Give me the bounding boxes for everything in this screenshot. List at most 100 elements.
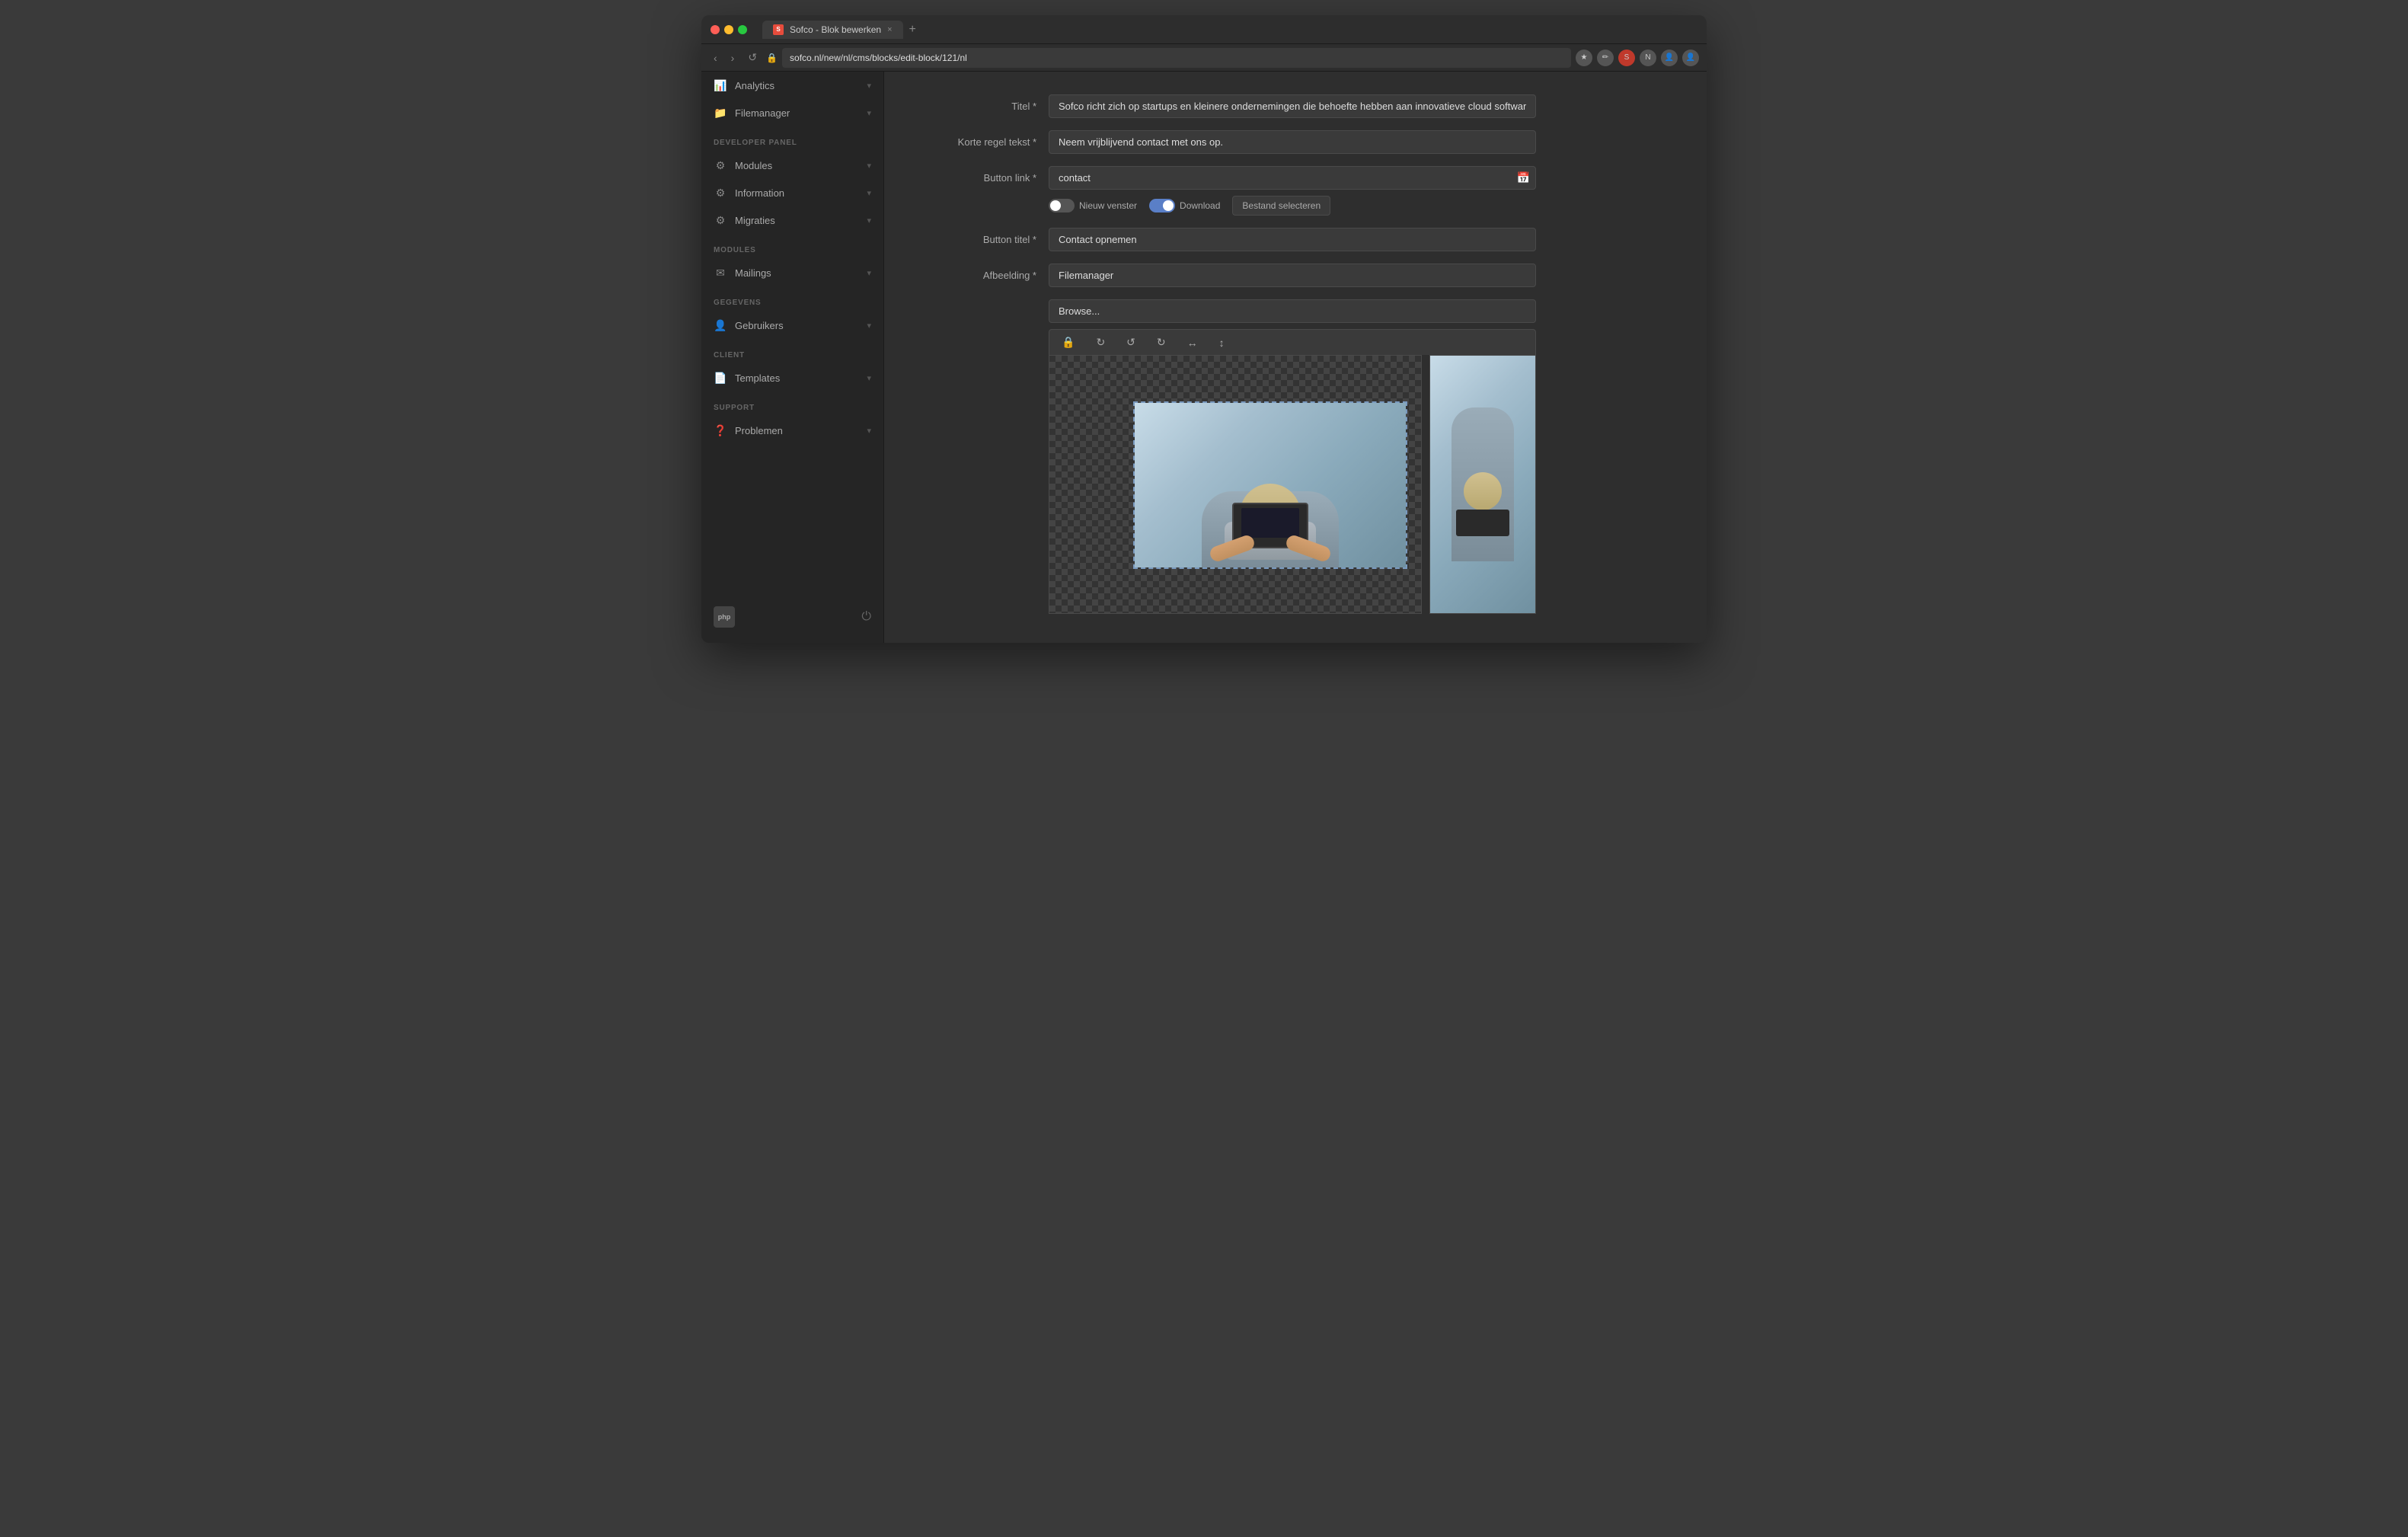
afbeelding-input[interactable]	[1049, 264, 1536, 287]
flip-tool-button[interactable]: ↔	[1183, 335, 1202, 350]
modules-icon: ⚙	[714, 158, 727, 172]
information-icon: ⚙	[714, 186, 727, 200]
toggle-row: Nieuw venster Download Bestand selectere…	[1049, 196, 1536, 216]
refresh-tool-button[interactable]: ↻	[1091, 334, 1110, 350]
chevron-down-icon: ▾	[867, 321, 871, 331]
image-main-canvas[interactable]	[1049, 355, 1422, 614]
sidebar-templates-label: Templates	[735, 372, 859, 384]
sidebar: 📊 Analytics ▾ 📁 Filemanager ▾ DEVELOPER …	[701, 72, 884, 643]
user-icon-2[interactable]: 👤	[1661, 50, 1678, 66]
chevron-down-icon: ▾	[867, 268, 871, 278]
thumb-head	[1464, 472, 1502, 510]
chevron-down-icon: ▾	[867, 81, 871, 91]
calendar-icon-button[interactable]: 📅	[1517, 171, 1530, 184]
chevron-down-icon: ▾	[867, 108, 871, 118]
extension-icon[interactable]: N	[1640, 50, 1656, 66]
forward-button[interactable]: ›	[727, 49, 739, 67]
new-tab-button[interactable]: +	[909, 23, 916, 37]
developer-panel-label: DEVELOPER PANEL	[701, 126, 883, 152]
bookmark-icon[interactable]: ★	[1576, 50, 1592, 66]
minimize-traffic-light[interactable]	[724, 25, 733, 34]
titel-row: Titel *	[915, 94, 1676, 118]
afbeelding-field	[1049, 264, 1536, 287]
download-label: Download	[1180, 200, 1220, 211]
traffic-lights	[711, 25, 747, 34]
templates-icon: 📄	[714, 371, 727, 385]
button-titel-row: Button titel *	[915, 228, 1676, 251]
button-link-label: Button link *	[915, 166, 1036, 184]
korte-regel-field	[1049, 130, 1536, 154]
lock-icon: 🔒	[766, 53, 778, 63]
button-link-field: 📅 Nieuw venster Download Bestand selecte…	[1049, 166, 1536, 216]
arrows-tool-button[interactable]: ↕	[1215, 335, 1229, 350]
nieuw-venster-label: Nieuw venster	[1079, 200, 1137, 211]
active-tab[interactable]: S Sofco - Blok bewerken ×	[762, 21, 903, 39]
tab-title: Sofco - Blok bewerken	[790, 24, 881, 35]
analytics-icon: 📊	[714, 78, 727, 92]
tab-bar: S Sofco - Blok bewerken × +	[762, 21, 1697, 39]
modules-section-label: MODULES	[701, 234, 883, 259]
edit-icon[interactable]: ✏	[1597, 50, 1614, 66]
client-label: CLIENT	[701, 339, 883, 364]
bestand-selecteren-button[interactable]: Bestand selecteren	[1232, 196, 1330, 216]
chevron-down-icon: ▾	[867, 216, 871, 225]
titel-input[interactable]	[1049, 94, 1536, 118]
button-titel-label: Button titel *	[915, 228, 1036, 245]
back-button[interactable]: ‹	[709, 49, 722, 67]
main-content: Titel * Korte regel tekst * Button link …	[884, 72, 1707, 643]
php-badge: php	[714, 606, 735, 628]
toolbar-icons: ★ ✏ S N 👤 👤	[1576, 50, 1699, 66]
lock-tool-button[interactable]: 🔒	[1057, 334, 1079, 350]
download-toggle[interactable]	[1149, 199, 1175, 212]
download-toggle-group: Download	[1149, 199, 1220, 212]
button-titel-input[interactable]	[1049, 228, 1536, 251]
sidebar-footer: php ⏻	[701, 599, 883, 635]
button-link-input[interactable]	[1049, 166, 1536, 190]
app-body: 📊 Analytics ▾ 📁 Filemanager ▾ DEVELOPER …	[701, 72, 1707, 643]
nieuw-venster-toggle-group: Nieuw venster	[1049, 199, 1137, 212]
thumb-laptop	[1456, 510, 1509, 536]
reload-button[interactable]: ↺	[743, 48, 762, 67]
sidebar-item-problemen[interactable]: ❓ Problemen ▾	[701, 417, 883, 444]
power-icon[interactable]: ⏻	[861, 610, 871, 624]
browse-button[interactable]: Browse...	[1049, 299, 1536, 323]
sidebar-mailings-label: Mailings	[735, 267, 859, 279]
filemanager-icon: 📁	[714, 106, 727, 120]
sidebar-item-filemanager[interactable]: 📁 Filemanager ▾	[701, 99, 883, 126]
sidebar-item-analytics[interactable]: 📊 Analytics ▾	[701, 72, 883, 99]
redo-tool-button[interactable]: ↻	[1152, 334, 1170, 350]
sidebar-item-modules[interactable]: ⚙ Modules ▾	[701, 152, 883, 179]
browser-window: S Sofco - Blok bewerken × + ‹ › ↺ 🔒 ★ ✏ …	[701, 15, 1707, 643]
nieuw-venster-toggle[interactable]	[1049, 199, 1075, 212]
sidebar-migraties-label: Migraties	[735, 215, 859, 226]
address-bar[interactable]	[782, 48, 1571, 68]
korte-regel-input[interactable]	[1049, 130, 1536, 154]
sidebar-item-migraties[interactable]: ⚙ Migraties ▾	[701, 206, 883, 234]
button-titel-field	[1049, 228, 1536, 251]
close-traffic-light[interactable]	[711, 25, 720, 34]
laptop-display	[1241, 508, 1300, 538]
browser-toolbar: ‹ › ↺ 🔒 ★ ✏ S N 👤 👤	[701, 44, 1707, 72]
image-thumbnail[interactable]	[1429, 355, 1536, 614]
photo-background	[1135, 403, 1406, 567]
sidebar-gebruikers-label: Gebruikers	[735, 320, 859, 331]
sidebar-item-mailings[interactable]: ✉ Mailings ▾	[701, 259, 883, 286]
sidebar-filemanager-label: Filemanager	[735, 107, 859, 119]
tab-close-icon[interactable]: ×	[887, 25, 892, 34]
image-canvas-area	[1049, 355, 1536, 614]
user-icon-1[interactable]: S	[1618, 50, 1635, 66]
sidebar-item-information[interactable]: ⚙ Information ▾	[701, 179, 883, 206]
sidebar-analytics-label: Analytics	[735, 80, 859, 91]
migraties-icon: ⚙	[714, 213, 727, 227]
undo-tool-button[interactable]: ↺	[1122, 334, 1140, 350]
sidebar-information-label: Information	[735, 187, 859, 199]
image-crop-area	[1133, 401, 1407, 569]
chevron-down-icon: ▾	[867, 426, 871, 436]
gebruikers-icon: 👤	[714, 318, 727, 332]
sidebar-item-templates[interactable]: 📄 Templates ▾	[701, 364, 883, 391]
titel-label: Titel *	[915, 94, 1036, 112]
gegevens-label: GEGEVENS	[701, 286, 883, 312]
user-icon-3[interactable]: 👤	[1682, 50, 1699, 66]
maximize-traffic-light[interactable]	[738, 25, 747, 34]
sidebar-item-gebruikers[interactable]: 👤 Gebruikers ▾	[701, 312, 883, 339]
